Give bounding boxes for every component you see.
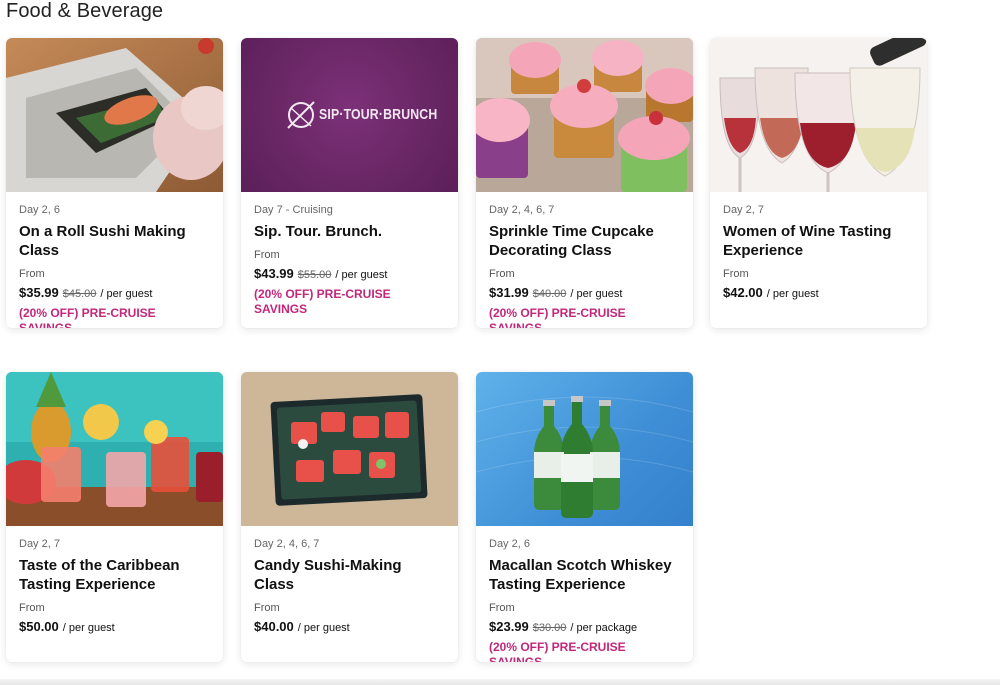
card-promo: (20% OFF) PRE-CRUISE SAVINGS xyxy=(254,287,391,316)
card-promo: (20% OFF) PRE-CRUISE SAVINGS xyxy=(19,306,156,328)
caribbean-drinks-photo xyxy=(6,372,223,526)
card-original-price: $45.00 xyxy=(62,288,97,300)
card-promo: (20% OFF) PRE-CRUISE SAVINGS xyxy=(489,640,626,662)
sip-tour-brunch-logo: SIP·TOUR·BRUNCH xyxy=(241,38,458,192)
card-title: Women of Wine Tasting Experience xyxy=(723,223,892,259)
card-days: Day 2, 7 xyxy=(723,204,764,216)
card-from-label: From xyxy=(19,268,45,280)
card-price: $31.99 xyxy=(489,285,529,300)
card-price-unit: / per guest xyxy=(62,622,115,634)
sushi-rolling-photo xyxy=(6,38,223,192)
card-original-price: $30.00 xyxy=(532,622,567,634)
card-original-price: $40.00 xyxy=(532,288,567,300)
card-days: Day 7 - Cruising xyxy=(254,204,333,216)
card-days: Day 2, 6 xyxy=(489,538,530,550)
card-price-unit: / per guest xyxy=(570,288,623,300)
card-price-unit: / per guest xyxy=(100,288,153,300)
card-price: $40.00 xyxy=(254,619,294,634)
card-days: Day 2, 6 xyxy=(19,204,60,216)
activity-card-candy-sushi[interactable]: Day 2, 4, 6, 7 Candy Sushi-Making Class … xyxy=(241,372,458,662)
card-days: Day 2, 7 xyxy=(19,538,60,550)
pellegrino-bottles-photo xyxy=(476,372,693,526)
wine-glasses-photo xyxy=(710,38,927,192)
card-original-price: $55.00 xyxy=(297,269,332,281)
card-price: $35.99 xyxy=(19,285,59,300)
activity-card-caribbean-tasting[interactable]: Day 2, 7 Taste of the Caribbean Tasting … xyxy=(6,372,223,662)
card-title: Sprinkle Time Cupcake Decorating Class xyxy=(489,223,654,259)
card-from-label: From xyxy=(489,602,515,614)
card-title: Sip. Tour. Brunch. xyxy=(254,223,383,240)
card-from-label: From xyxy=(19,602,45,614)
card-from-label: From xyxy=(254,249,280,261)
section-title: Food & Beverage xyxy=(6,0,164,22)
activity-card-cupcake-class[interactable]: Day 2, 4, 6, 7 Sprinkle Time Cupcake Dec… xyxy=(476,38,693,328)
card-from-label: From xyxy=(489,268,515,280)
card-from-label: From xyxy=(254,602,280,614)
activity-card-sushi-class[interactable]: Day 2, 6 On a Roll Sushi Making Class Fr… xyxy=(6,38,223,328)
card-title: On a Roll Sushi Making Class xyxy=(19,223,186,259)
card-title: Taste of the Caribbean Tasting Experienc… xyxy=(19,557,180,593)
card-price-unit: / per guest xyxy=(335,269,388,281)
card-days: Day 2, 4, 6, 7 xyxy=(489,204,555,216)
activity-card-scotch-tasting[interactable]: Day 2, 6 Macallan Scotch Whiskey Tasting… xyxy=(476,372,693,662)
card-promo: (20% OFF) PRE-CRUISE SAVINGS xyxy=(489,306,626,328)
card-price-unit: / per guest xyxy=(766,288,819,300)
activity-card-sip-tour-brunch[interactable]: SIP·TOUR·BRUNCH Day 7 - Cruising Sip. To… xyxy=(241,38,458,328)
card-title: Candy Sushi-Making Class xyxy=(254,557,402,593)
card-days: Day 2, 4, 6, 7 xyxy=(254,538,320,550)
activity-card-wine-tasting[interactable]: Day 2, 7 Women of Wine Tasting Experienc… xyxy=(710,38,927,328)
card-from-label: From xyxy=(723,268,749,280)
card-title: Macallan Scotch Whiskey Tasting Experien… xyxy=(489,557,672,593)
candy-sushi-photo xyxy=(241,372,458,526)
card-price-unit: / per guest xyxy=(297,622,350,634)
card-price-unit: / per package xyxy=(570,622,638,634)
card-price: $43.99 xyxy=(254,266,294,281)
card-price: $23.99 xyxy=(489,619,529,634)
card-price: $42.00 xyxy=(723,285,763,300)
page-bottom-edge xyxy=(0,679,1000,685)
cupcakes-photo xyxy=(476,38,693,192)
card-price: $50.00 xyxy=(19,619,59,634)
brunch-logo-text: SIP·TOUR·BRUNCH xyxy=(319,106,438,123)
